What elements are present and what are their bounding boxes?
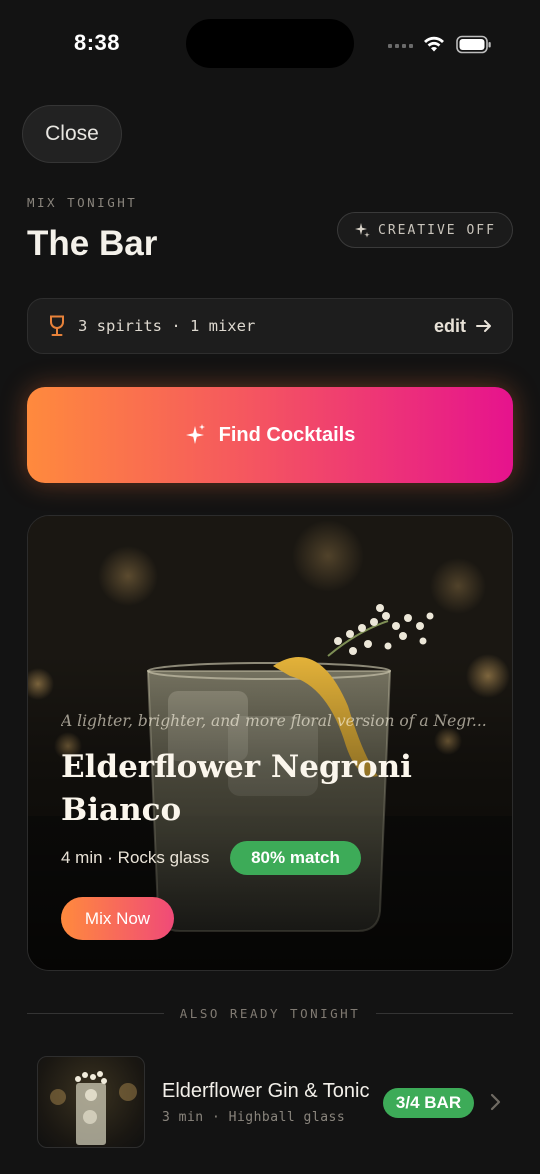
page-title: The Bar <box>27 224 158 263</box>
section-eyebrow: MIX TONIGHT <box>27 195 138 210</box>
arrow-right-icon <box>476 320 491 332</box>
bar-availability-badge: 3/4 BAR <box>383 1088 474 1118</box>
creative-toggle-button[interactable]: CREATIVE OFF <box>337 212 513 248</box>
section-label: ALSO READY TONIGHT <box>179 1005 361 1021</box>
featured-cocktail-card[interactable]: A lighter, brighter, and more floral ver… <box>27 515 513 971</box>
creative-toggle-label: CREATIVE OFF <box>378 222 496 238</box>
divider-line <box>27 1012 164 1014</box>
dynamic-island <box>186 19 354 68</box>
inventory-summary-text: 3 spirits · 1 mixer <box>78 317 256 335</box>
list-item-name: Elderflower Gin & Tonic <box>162 1080 370 1102</box>
list-item[interactable]: Elderflower Gin & Tonic 3 min · Highball… <box>37 1055 513 1149</box>
cocktail-meta: 4 min · Rocks glass <box>61 848 210 867</box>
wifi-icon <box>424 36 444 52</box>
cocktail-description: A lighter, brighter, and more floral ver… <box>61 712 487 730</box>
status-bar: 8:38 <box>0 0 540 90</box>
edit-label: edit <box>433 315 466 336</box>
close-button[interactable]: Close <box>22 105 122 163</box>
battery-icon <box>456 35 491 54</box>
sparkle-icon <box>355 223 370 238</box>
sparkle-icon <box>185 424 205 444</box>
divider-line <box>376 1012 513 1014</box>
edit-inventory-link[interactable]: edit <box>434 316 492 337</box>
list-item-text: Elderflower Gin & Tonic 3 min · Highball… <box>162 1079 372 1125</box>
cocktail-thumbnail <box>37 1056 145 1148</box>
bar-inventory-summary[interactable]: 3 spirits · 1 mixer edit <box>27 298 513 354</box>
mix-now-button[interactable]: Mix Now <box>61 897 174 940</box>
section-divider: ALSO READY TONIGHT <box>27 1003 513 1023</box>
cocktail-name: Elderflower Negroni Bianco <box>61 749 412 828</box>
list-item-meta: 3 min · Highball glass <box>162 1110 346 1125</box>
status-time: 8:38 <box>74 30 121 55</box>
match-badge: 80% match <box>230 841 361 875</box>
find-cocktails-label: Find Cocktails <box>218 423 356 446</box>
find-cocktails-button[interactable]: Find Cocktails <box>27 387 513 483</box>
wine-glass-icon <box>50 315 64 336</box>
chevron-right-icon <box>490 1093 501 1111</box>
cellular-signal-icon <box>388 44 413 48</box>
